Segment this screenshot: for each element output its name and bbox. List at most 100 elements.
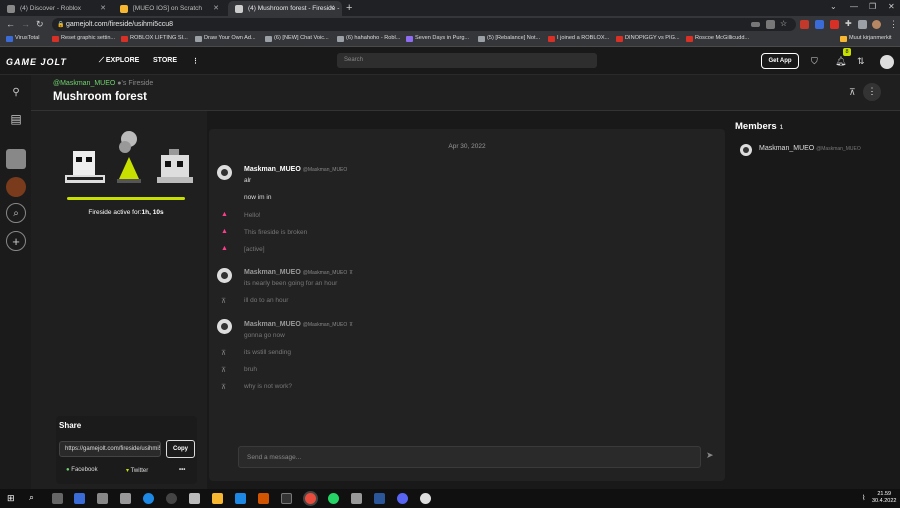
profile-avatar[interactable]: [872, 20, 881, 29]
bookmark-item[interactable]: Seven Days in Purg...: [406, 35, 469, 42]
fireside-owner[interactable]: @Maskman_MUEO ●'s Fireside: [53, 80, 153, 87]
forward-icon[interactable]: →: [21, 19, 30, 29]
bookmark-item[interactable]: Reset graphic settin...: [52, 35, 115, 42]
message-input[interactable]: Send a message...: [238, 446, 701, 468]
store-link[interactable]: STORE: [153, 57, 177, 64]
bookmark-favicon-icon: [406, 36, 413, 42]
bookmark-item[interactable]: (6) hahahoho - Robl...: [337, 35, 400, 42]
file-explorer-icon[interactable]: [212, 493, 223, 504]
send-icon[interactable]: ➤: [706, 450, 714, 461]
chrome-icon[interactable]: [305, 493, 316, 504]
member-item[interactable]: Maskman_MUEO @Maskman_MUEO: [740, 144, 861, 156]
author-handle: @Maskman_MUEO: [302, 322, 348, 328]
extension-icon[interactable]: [815, 20, 824, 29]
taskbar-app-icon[interactable]: [74, 493, 85, 504]
task-view-icon[interactable]: [52, 493, 63, 504]
minimize-icon[interactable]: —: [850, 2, 858, 11]
bookmark-item[interactable]: ROBLOX LIFTING SI...: [121, 35, 188, 42]
share-icon[interactable]: [766, 20, 775, 29]
cast-icon[interactable]: [751, 22, 760, 27]
restore-icon[interactable]: ❐: [869, 2, 876, 11]
message-author[interactable]: Maskman_MUEO @Maskman_MUEO ⊼: [244, 321, 353, 328]
user-avatar[interactable]: [880, 55, 894, 69]
menu-dots-icon[interactable]: ⋮: [889, 19, 898, 30]
get-app-button[interactable]: Get App: [761, 53, 799, 69]
close-window-icon[interactable]: ✕: [888, 2, 895, 11]
taskbar-app-icon[interactable]: [258, 493, 269, 504]
gamejolt-logo[interactable]: GAME JOLT: [6, 57, 67, 67]
bookmark-item[interactable]: Roscoe McGillicudd...: [686, 35, 749, 42]
owner-suffix: 's Fireside: [121, 80, 154, 87]
message-avatar[interactable]: [217, 319, 232, 334]
chat-message-pending: its nearly been going for an hour: [244, 280, 338, 287]
message-avatar[interactable]: [217, 165, 232, 180]
steam-icon[interactable]: [166, 493, 177, 504]
taskbar-app-icon[interactable]: [351, 493, 362, 504]
bookmark-item[interactable]: DINOPIGGY vs PIG...: [616, 35, 680, 42]
back-icon[interactable]: ←: [6, 19, 15, 29]
taskbar-clock[interactable]: 21.59 30.4.2022: [872, 491, 896, 505]
bookmark-item[interactable]: (5) [Rebalance] Not...: [478, 35, 540, 42]
facebook-share-button[interactable]: ● Facebook: [66, 467, 98, 473]
twitter-share-button[interactable]: ▾ Twitter: [126, 467, 148, 474]
close-tab-icon[interactable]: ✕: [329, 4, 335, 12]
bell-icon[interactable]: 🔔︎: [835, 56, 846, 67]
sidebar-add-icon[interactable]: +: [6, 231, 26, 251]
reload-icon[interactable]: ↻: [36, 19, 44, 30]
bookmark-folder[interactable]: Muut kirjanmerkit: [840, 35, 892, 42]
puzzle-icon[interactable]: ✚: [845, 19, 852, 28]
new-tab-button[interactable]: +: [346, 2, 352, 14]
browser-tab[interactable]: [MUEO IOS] on Scratch ✕: [113, 1, 226, 16]
sidebar-library-icon[interactable]: ▤: [6, 110, 26, 130]
header-more-button[interactable]: ⋮: [863, 83, 881, 101]
taskbar-app-icon[interactable]: [97, 493, 108, 504]
extension-icon[interactable]: [800, 20, 809, 29]
search-input[interactable]: Search: [337, 53, 597, 68]
sidebar-community-avatar[interactable]: [6, 177, 26, 197]
chat-message-pending: bruh: [244, 366, 258, 373]
share-url-field[interactable]: https://gamejolt.com/fireside/usihmi5ccu…: [59, 441, 161, 457]
bookmark-item[interactable]: I joined a ROBLOX...: [548, 35, 609, 42]
taskbar-app-icon[interactable]: [120, 493, 131, 504]
pin-icon[interactable]: ⊼: [849, 87, 856, 98]
quests-icon[interactable]: ⛉: [811, 56, 818, 67]
extension-icon[interactable]: [830, 20, 839, 29]
pending-icon: ⊼: [221, 350, 227, 357]
whatsapp-icon[interactable]: [328, 493, 339, 504]
store-icon[interactable]: [189, 493, 200, 504]
network-icon[interactable]: ⌇: [862, 494, 865, 502]
bookmark-item[interactable]: Draw Your Own Ad...: [195, 35, 256, 42]
sidepanel-icon[interactable]: [858, 20, 867, 29]
page-title: Mushroom forest: [53, 91, 147, 103]
close-tab-icon[interactable]: ✕: [213, 4, 219, 12]
browser-tab-active[interactable]: (4) Mushroom forest - Fireside - ✕: [228, 1, 342, 16]
taskbar-app-icon[interactable]: [281, 493, 292, 504]
bookmark-item[interactable]: VirusTotal: [6, 35, 39, 42]
sidebar-community-avatar[interactable]: [6, 149, 26, 169]
share-more-button[interactable]: •••: [179, 467, 185, 473]
more-menu-button[interactable]: ⋮: [192, 57, 199, 65]
mail-icon[interactable]: [235, 493, 246, 504]
bookmark-star-icon[interactable]: ☆: [780, 19, 787, 28]
message-author[interactable]: Maskman_MUEO @Maskman_MUEO ⊼: [244, 269, 353, 276]
taskbar-app-icon[interactable]: [420, 493, 431, 504]
word-icon[interactable]: [374, 493, 385, 504]
copy-button[interactable]: Copy: [166, 440, 195, 458]
explore-label: EXPLORE: [105, 57, 140, 64]
windows-start-icon[interactable]: ⊞: [7, 493, 15, 504]
close-tab-icon[interactable]: ✕: [100, 4, 106, 12]
sidebar-search-icon[interactable]: ⌕: [6, 203, 26, 223]
activity-icon[interactable]: ⇅: [857, 56, 865, 67]
browser-tab[interactable]: (4) Discover - Roblox ✕: [0, 1, 113, 16]
chevron-down-icon[interactable]: ⌄: [830, 2, 837, 11]
sidebar-friends-icon[interactable]: ⚲: [6, 83, 26, 103]
edge-icon[interactable]: [143, 493, 154, 504]
bookmark-favicon-icon: [121, 36, 128, 42]
message-author[interactable]: Maskman_MUEO @Maskman_MUEO: [244, 166, 347, 173]
discord-icon[interactable]: [397, 493, 408, 504]
explore-link[interactable]: ⟋ EXPLORE: [99, 57, 139, 65]
bookmark-item[interactable]: (6) [NEW] Chat Voic...: [265, 35, 329, 42]
message-avatar[interactable]: [217, 268, 232, 283]
search-icon[interactable]: ⌕: [29, 492, 34, 503]
url-field[interactable]: 🔒 gamejolt.com/fireside/usihmi5ccu8: [52, 18, 796, 31]
